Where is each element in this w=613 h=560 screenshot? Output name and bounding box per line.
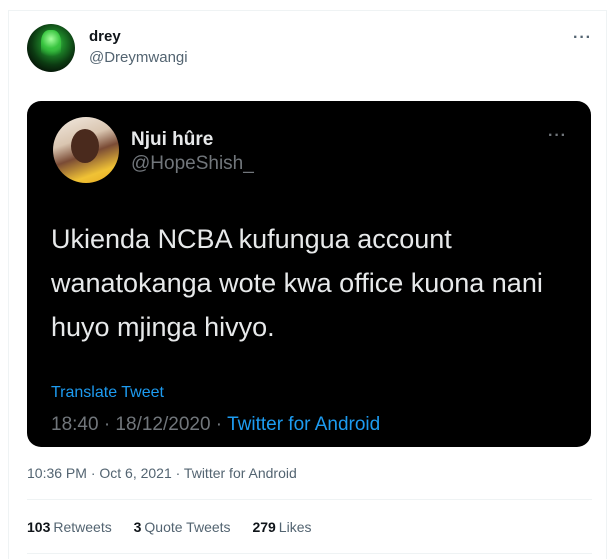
retweets-label: Retweets	[53, 519, 112, 535]
likes-label: Likes	[278, 519, 312, 535]
likes-count: 279	[252, 519, 276, 535]
divider	[27, 499, 592, 500]
quote-tweets-label: Quote Tweets	[144, 519, 231, 535]
quote-tweets-stat[interactable]: 3 Quote Tweets	[134, 519, 231, 535]
embedded-author-handle: @HopeShish_	[131, 153, 254, 174]
author-name[interactable]: drey	[89, 28, 121, 45]
embedded-app-name: Twitter for Android	[227, 414, 381, 435]
embedded-tweet-image[interactable]: Njui hûre @HopeShish_ ··· Ukienda NCBA k…	[27, 101, 591, 447]
embedded-meta: 18:40 · 18/12/2020 · Twitter for Android	[51, 414, 380, 436]
author-handle[interactable]: @Dreymwangi	[89, 49, 188, 66]
divider	[27, 553, 592, 554]
embedded-more-icon: ···	[548, 127, 567, 144]
likes-stat[interactable]: 279 Likes	[252, 519, 311, 535]
embedded-translate-link: Translate Tweet	[51, 384, 164, 401]
embedded-avatar	[53, 117, 119, 183]
tweet-card: drey @Dreymwangi ··· Njui hûre @HopeShis…	[8, 10, 607, 559]
embedded-author-name: Njui hûre	[131, 129, 214, 150]
embedded-tweet-text: Ukienda NCBA kufungua account wanatokang…	[51, 224, 543, 342]
quote-tweets-count: 3	[133, 519, 142, 535]
retweets-stat[interactable]: 103 Retweets	[27, 519, 112, 535]
retweets-count: 103	[27, 519, 51, 535]
embedded-time-date: 18:40 · 18/12/2020 ·	[51, 414, 228, 435]
avatar[interactable]	[27, 24, 75, 72]
tweet-timestamp[interactable]: 10:36 PM · Oct 6, 2021 · Twitter for And…	[27, 465, 297, 481]
tweet-stats: 103 Retweets 3 Quote Tweets 279 Likes	[27, 519, 329, 535]
more-options-icon[interactable]: ···	[573, 29, 592, 47]
